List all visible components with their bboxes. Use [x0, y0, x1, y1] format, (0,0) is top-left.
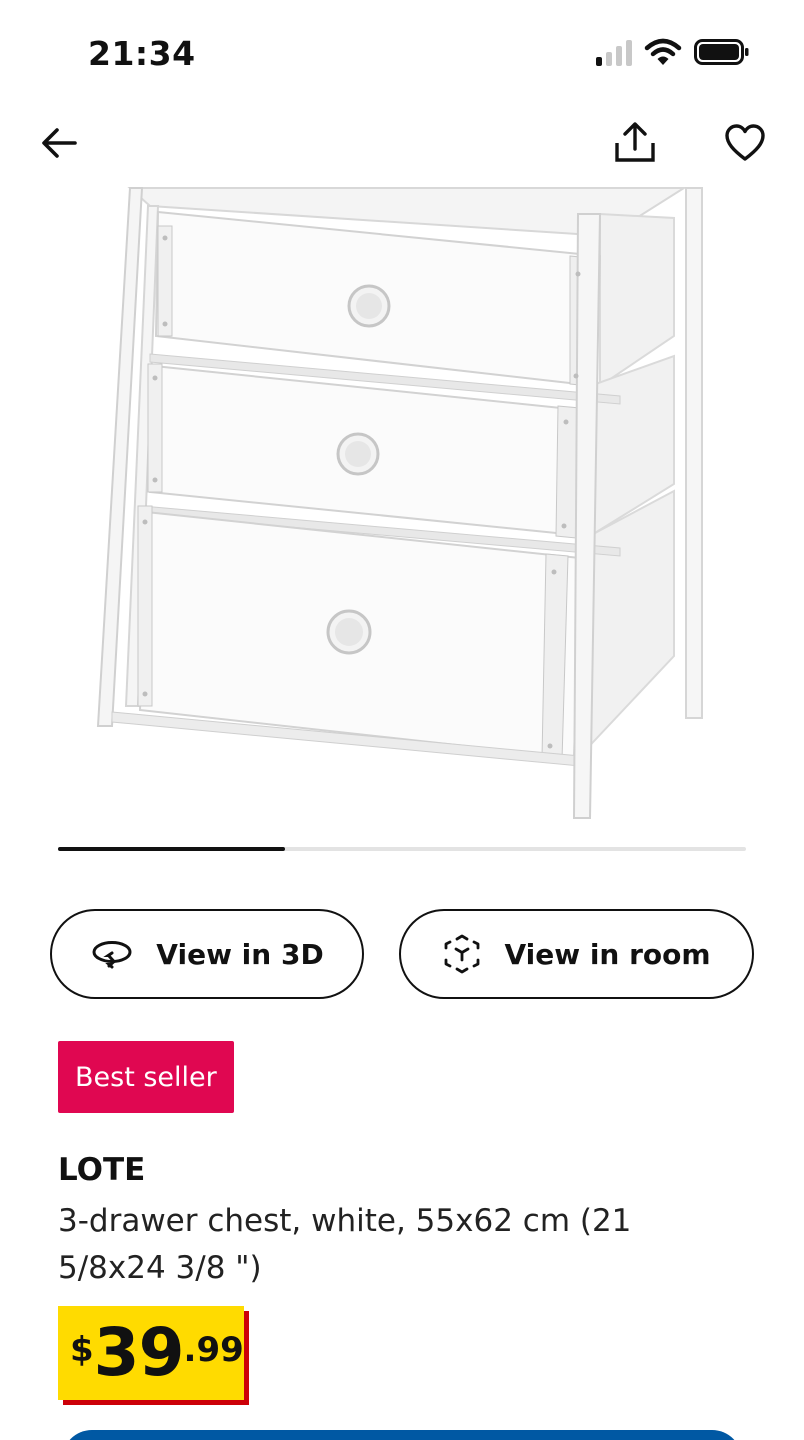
view-in-room-button[interactable]: View in room: [399, 909, 754, 999]
battery-icon: [694, 39, 749, 65]
product-image[interactable]: [60, 186, 744, 826]
ar-cube-icon: [445, 934, 480, 974]
view-in-3d-button[interactable]: View in 3D: [50, 909, 364, 999]
gallery-progress-thumb: [58, 847, 286, 851]
price-tag: $ 39 .99: [58, 1306, 244, 1400]
view-in-room-label: View in room: [504, 937, 711, 971]
best-seller-badge: Best seller: [58, 1041, 234, 1113]
gallery-progress: [58, 847, 746, 851]
price-decimal: .99: [183, 1330, 244, 1370]
price-integer: 39: [93, 1314, 185, 1391]
wifi-icon: [644, 38, 682, 65]
product-name: LOTE: [58, 1152, 146, 1188]
price-currency: $: [70, 1330, 94, 1370]
product-description: 3-drawer chest, white, 55x62 cm (21 5/8x…: [58, 1203, 632, 1286]
status-bar: 21:34: [0, 0, 804, 110]
add-to-cart-button[interactable]: [62, 1430, 742, 1440]
drawer-chest-illustration: [96, 187, 703, 819]
favorite-button[interactable]: [718, 116, 772, 170]
view-in-3d-label: View in 3D: [156, 937, 324, 971]
status-icons: [596, 38, 750, 66]
share-button[interactable]: [608, 116, 662, 170]
rotate-3d-icon: [92, 941, 132, 969]
status-time: 21:34: [88, 34, 196, 73]
signal-icon: [596, 38, 632, 66]
share-icon: [615, 122, 655, 162]
back-arrow-icon: [42, 128, 77, 158]
back-button[interactable]: [32, 116, 86, 170]
top-nav: [0, 110, 804, 176]
heart-icon: [725, 124, 765, 161]
